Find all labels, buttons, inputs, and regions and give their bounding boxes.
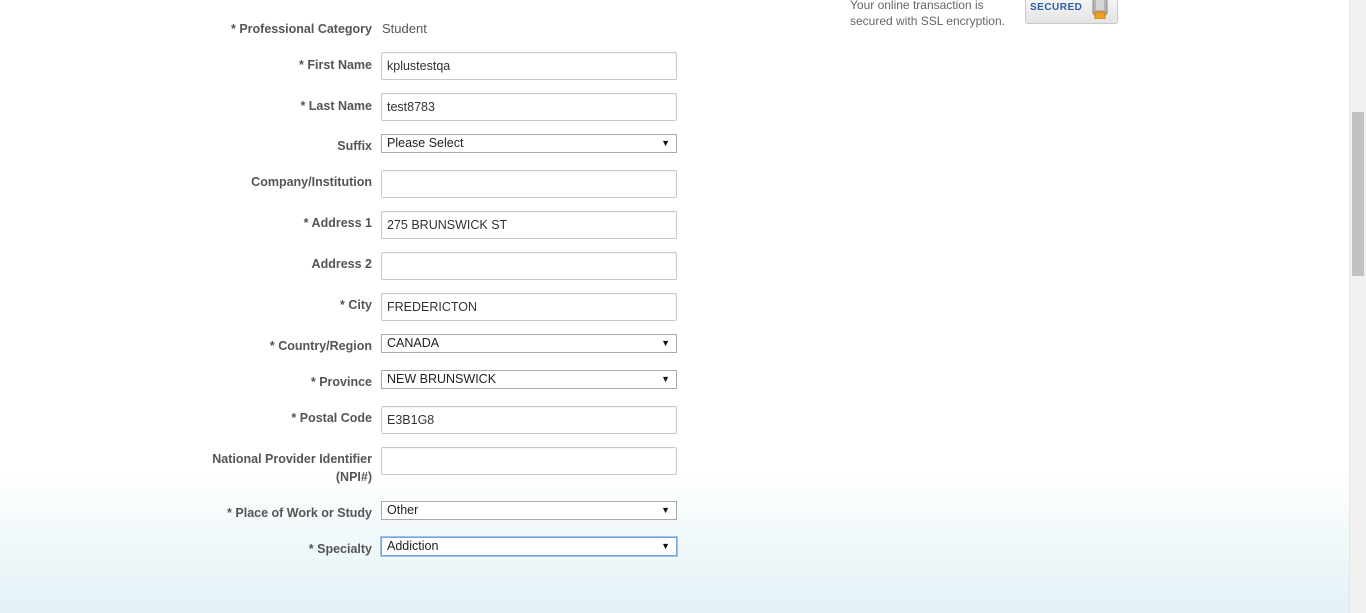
chevron-down-icon: ▼: [661, 374, 670, 384]
professional-category-label: * Professional Category: [230, 22, 372, 36]
specialty-select[interactable]: Addiction ▼: [381, 537, 677, 556]
address2-input[interactable]: [381, 252, 677, 280]
province-select[interactable]: NEW BRUNSWICK ▼: [381, 370, 677, 389]
first-name-input[interactable]: kplustestqa: [381, 52, 677, 80]
first-name-label: * First Name: [299, 58, 372, 72]
city-label: * City: [340, 298, 372, 312]
country-selected-value: CANADA: [387, 336, 440, 350]
company-label: Company/Institution: [251, 175, 372, 189]
last-name-input[interactable]: test8783: [381, 93, 677, 121]
specialty-label: * Specialty: [308, 542, 372, 556]
vertical-scrollbar[interactable]: [1349, 0, 1366, 613]
province-label: * Province: [310, 375, 372, 389]
secured-badge-label: SECURED: [1030, 2, 1083, 13]
professional-category-value: Student: [382, 21, 427, 36]
place-of-work-selected-value: Other: [387, 503, 419, 517]
postal-code-label: * Postal Code: [291, 411, 372, 425]
chevron-down-icon: ▼: [661, 541, 670, 551]
scrollbar-thumb[interactable]: [1352, 112, 1364, 276]
place-of-work-select[interactable]: Other ▼: [381, 501, 677, 520]
country-select[interactable]: CANADA ▼: [381, 334, 677, 353]
suffix-label: Suffix: [337, 139, 372, 153]
chevron-down-icon: ▼: [661, 138, 670, 148]
address2-label: Address 2: [311, 257, 372, 271]
company-input[interactable]: [381, 170, 677, 198]
suffix-select[interactable]: Please Select ▼: [381, 134, 677, 153]
npi-label-line2: (NPI#): [335, 470, 372, 484]
country-label: * Country/Region: [269, 339, 372, 353]
npi-label-line1: National Provider Identifier: [212, 452, 372, 466]
secured-badge: SECURED: [1025, 0, 1118, 24]
chevron-down-icon: ▼: [661, 338, 670, 348]
postal-code-input[interactable]: E3B1G8: [381, 406, 677, 434]
suffix-selected-value: Please Select: [387, 136, 464, 150]
chevron-down-icon: ▼: [661, 505, 670, 515]
last-name-label: * Last Name: [300, 99, 372, 113]
npi-input[interactable]: [381, 447, 677, 475]
ssl-secure-notice: Your online transaction is secured with …: [850, 0, 1005, 28]
address1-input[interactable]: 275 BRUNSWICK ST: [381, 211, 677, 239]
place-of-work-label: * Place of Work or Study: [227, 506, 372, 520]
lock-icon: [1092, 0, 1108, 19]
province-selected-value: NEW BRUNSWICK: [387, 372, 497, 386]
specialty-selected-value: Addiction: [387, 539, 439, 553]
city-input[interactable]: FREDERICTON: [381, 293, 677, 321]
address1-label: * Address 1: [303, 216, 372, 230]
